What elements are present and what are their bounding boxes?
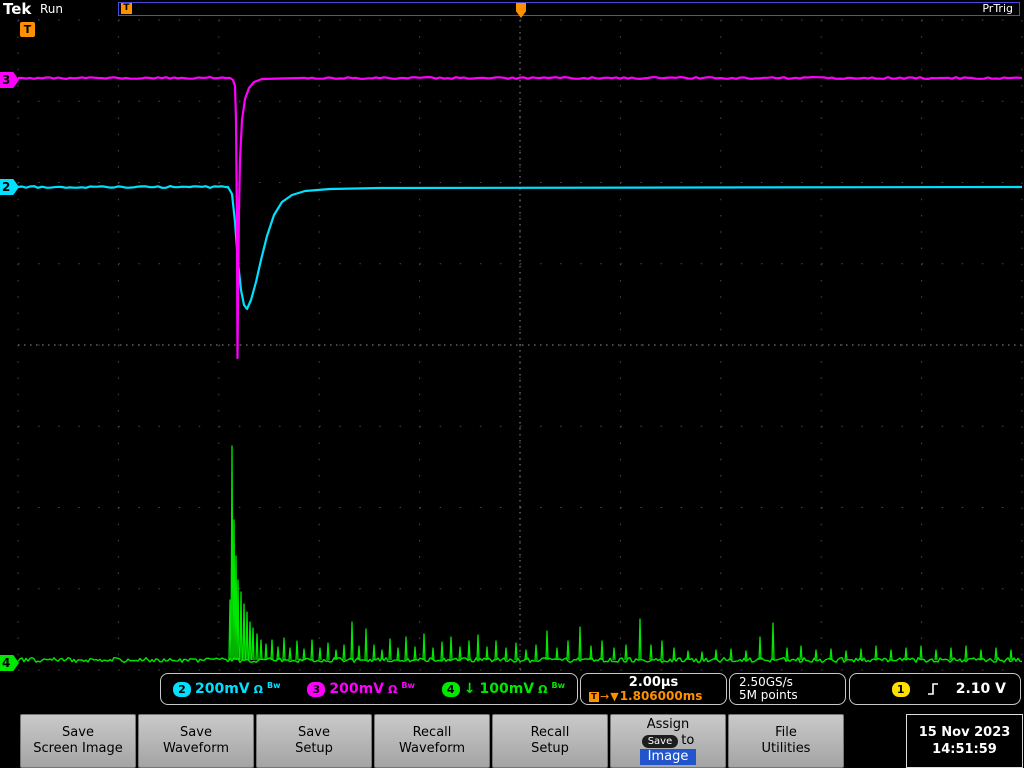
date-label: 15 Nov 2023 <box>918 725 1011 740</box>
menu-button-assign-save-to-image[interactable]: Assign Save to Image <box>610 714 726 768</box>
menu-button-save-waveform[interactable]: Save Waveform <box>138 714 254 768</box>
timebase-readout[interactable]: 2.00µs T → ▼ 1.806000ms <box>580 673 727 705</box>
timebase-delay: T → ▼ 1.806000ms <box>589 690 718 703</box>
ch2-badge: 2 <box>173 681 191 697</box>
datetime-box: 15 Nov 2023 14:51:59 <box>906 714 1023 768</box>
ch2-impedance: Ω <box>253 682 264 696</box>
delay-value: 1.806000ms <box>619 689 703 703</box>
trigger-source-tag[interactable]: T <box>20 22 35 37</box>
ch3-impedance: Ω <box>388 682 398 696</box>
ch3-scale: 200mV <box>329 681 385 697</box>
menu-button-save-setup[interactable]: Save Setup <box>256 714 372 768</box>
pretrig-label: PrTrig <box>982 2 1013 15</box>
acquisition-readout[interactable]: 2.50GS/s 5M points <box>729 673 846 705</box>
trigger-level: 2.10 V <box>955 681 1006 697</box>
rising-edge-icon <box>927 683 938 695</box>
trigger-t-icon: T <box>589 691 599 702</box>
menu-label: Waveform <box>163 741 229 756</box>
top-status-bar: Tek Run T PrTrig <box>0 0 1024 18</box>
menu-button-file-utilities[interactable]: File Utilities <box>728 714 844 768</box>
menu-button-save-screen-image[interactable]: Save Screen Image <box>20 714 136 768</box>
record-length: 5M points <box>739 688 798 702</box>
oscilloscope-screen: Tek Run T PrTrig T 3 2 4 2 200mV Ω Bw 3 … <box>0 0 1024 768</box>
waveform-display <box>17 19 1023 671</box>
tek-logo: Tek <box>3 0 32 18</box>
ch4-impedance: Ω <box>538 682 548 696</box>
ch2-readout[interactable]: 2 200mV Ω Bw <box>173 681 281 697</box>
time-label: 14:51:59 <box>932 742 997 757</box>
readout-bar: 2 200mV Ω Bw 3 200mV Ω Bw 4 ↓ 100mV Ω Bw… <box>0 672 1024 708</box>
ch4-badge: 4 <box>441 681 460 697</box>
menu-label: Assign <box>646 717 690 732</box>
timebase-scale: 2.00µs <box>628 675 679 690</box>
ch3-badge: 3 <box>307 681 326 697</box>
menu-button-recall-setup[interactable]: Recall Setup <box>492 714 608 768</box>
triangle-down-icon: ▼ <box>610 690 619 703</box>
menu-label: Setup <box>531 741 569 756</box>
ch3-ground-marker[interactable]: 3 <box>0 72 19 88</box>
ch4-ground-marker[interactable]: 4 <box>0 655 19 671</box>
horizontal-position-bar[interactable]: T PrTrig <box>118 2 1020 18</box>
ch4-offset-arrow: ↓ <box>463 681 476 697</box>
ch4-readout[interactable]: 4 ↓ 100mV Ω Bw <box>441 680 566 697</box>
acquisition-status: Run <box>40 2 64 16</box>
channel-readouts-box: 2 200mV Ω Bw 3 200mV Ω Bw 4 ↓ 100mV Ω Bw <box>160 673 578 705</box>
menu-label: Recall <box>530 725 570 740</box>
menu-button-recall-waveform[interactable]: Recall Waveform <box>374 714 490 768</box>
menu-label: Recall <box>412 725 452 740</box>
ch2-ground-marker[interactable]: 2 <box>0 179 19 195</box>
menu-label: Screen Image <box>33 741 123 756</box>
ch2-scale: 200mV <box>195 681 250 697</box>
menu-label: Save <box>298 725 330 740</box>
menu-label: to <box>681 733 695 748</box>
ch4-bandwidth: Bw <box>551 680 566 690</box>
menu-label: Utilities <box>761 741 811 756</box>
arrow-right-icon: → <box>600 690 610 703</box>
assign-target-image: Image <box>639 749 697 765</box>
trigger-position-marker[interactable] <box>516 3 526 18</box>
ch3-readout[interactable]: 3 200mV Ω Bw <box>307 681 415 697</box>
trigger-t-icon: T <box>121 3 132 14</box>
save-key-badge: Save <box>641 734 679 748</box>
ch3-bandwidth: Bw <box>401 680 415 690</box>
trigger-readout[interactable]: 1 2.10 V <box>849 673 1021 705</box>
menu-label: Setup <box>295 741 333 756</box>
softkey-menu: Save Screen Image Save Waveform Save Set… <box>0 712 1024 768</box>
menu-label: Save <box>62 725 94 740</box>
ch4-scale: 100mV <box>479 681 535 697</box>
trigger-channel-badge: 1 <box>891 681 910 697</box>
ch2-bandwidth: Bw <box>267 680 281 690</box>
menu-label: Save <box>180 725 212 740</box>
menu-label: File <box>775 725 797 740</box>
menu-label: Waveform <box>399 741 465 756</box>
